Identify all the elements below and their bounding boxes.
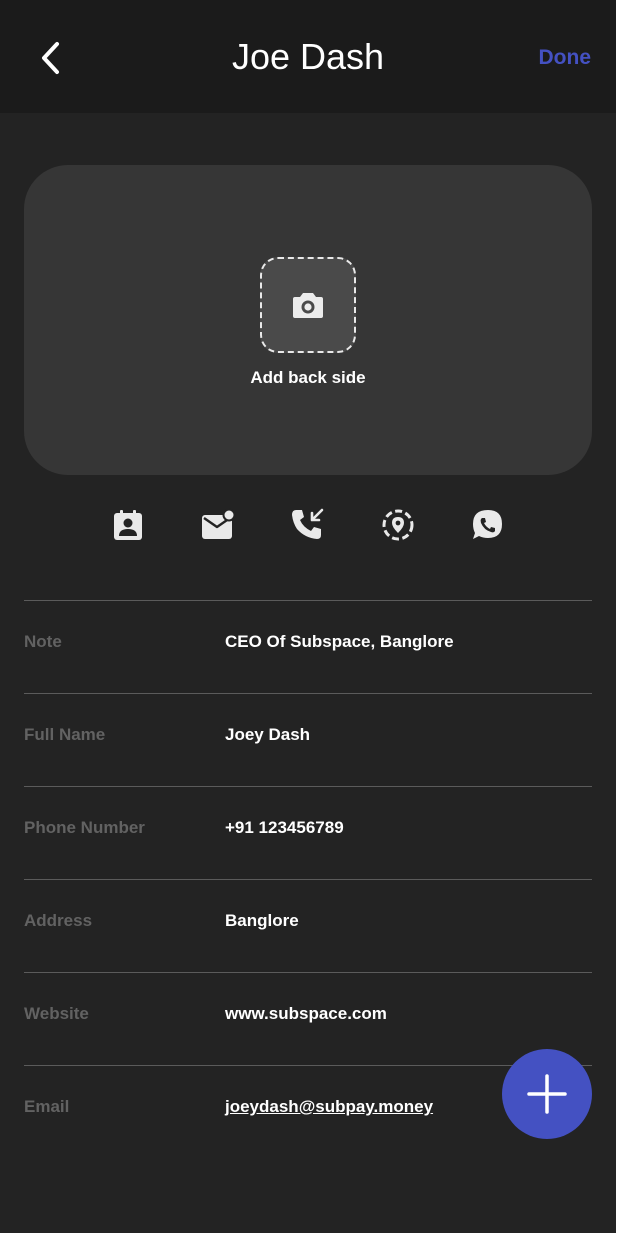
field-label: Full Name [24,725,106,744]
add-back-side-button[interactable] [260,257,356,353]
contact-card-button[interactable] [108,505,148,545]
phone-call-icon [292,508,324,539]
field-row-address[interactable]: Address Banglore [24,879,592,972]
call-button[interactable] [288,505,328,545]
app-header: Joe Dash Done [0,0,616,113]
field-label: Phone Number [24,818,145,837]
email-icon [202,508,236,539]
website-value: www.subspace.com [225,1004,387,1023]
contact-detail-screen: Joe Dash Done Add back side Note CEO Of … [0,0,616,1233]
add-back-side-label: Add back side [250,368,366,387]
back-button[interactable] [28,34,72,82]
page-title: Joe Dash [231,36,385,77]
field-row-phone-number[interactable]: Phone Number +91 123456789 [24,786,592,879]
email-button[interactable] [198,505,238,545]
field-row-website[interactable]: Website www.subspace.com [24,972,592,1065]
camera-icon [293,293,323,318]
plus-icon [527,1074,567,1114]
whatsapp-button[interactable] [468,505,508,545]
field-label: Email [24,1097,70,1116]
field-label: Note [24,632,62,651]
location-button[interactable] [378,505,418,545]
address-value: Banglore [225,911,299,930]
field-row-note[interactable]: Note CEO Of Subspace, Banglore [24,600,592,693]
chevron-left-icon [42,42,59,74]
note-value: CEO Of Subspace, Banglore [225,632,454,651]
add-field-fab[interactable] [502,1049,592,1139]
field-label: Website [24,1004,89,1023]
email-link[interactable]: joeydash@subpay.money [225,1095,433,1119]
field-label: Address [24,911,93,930]
phone-number-value: +91 123456789 [225,818,344,837]
contact-card-icon [114,510,142,540]
location-icon [382,509,414,541]
whatsapp-icon [473,510,502,539]
business-card-back: Add back side [24,165,592,475]
done-button[interactable]: Done [539,44,592,72]
quick-actions-bar [0,505,616,545]
field-row-full-name[interactable]: Full Name Joey Dash [24,693,592,786]
full-name-value: Joey Dash [225,725,311,744]
